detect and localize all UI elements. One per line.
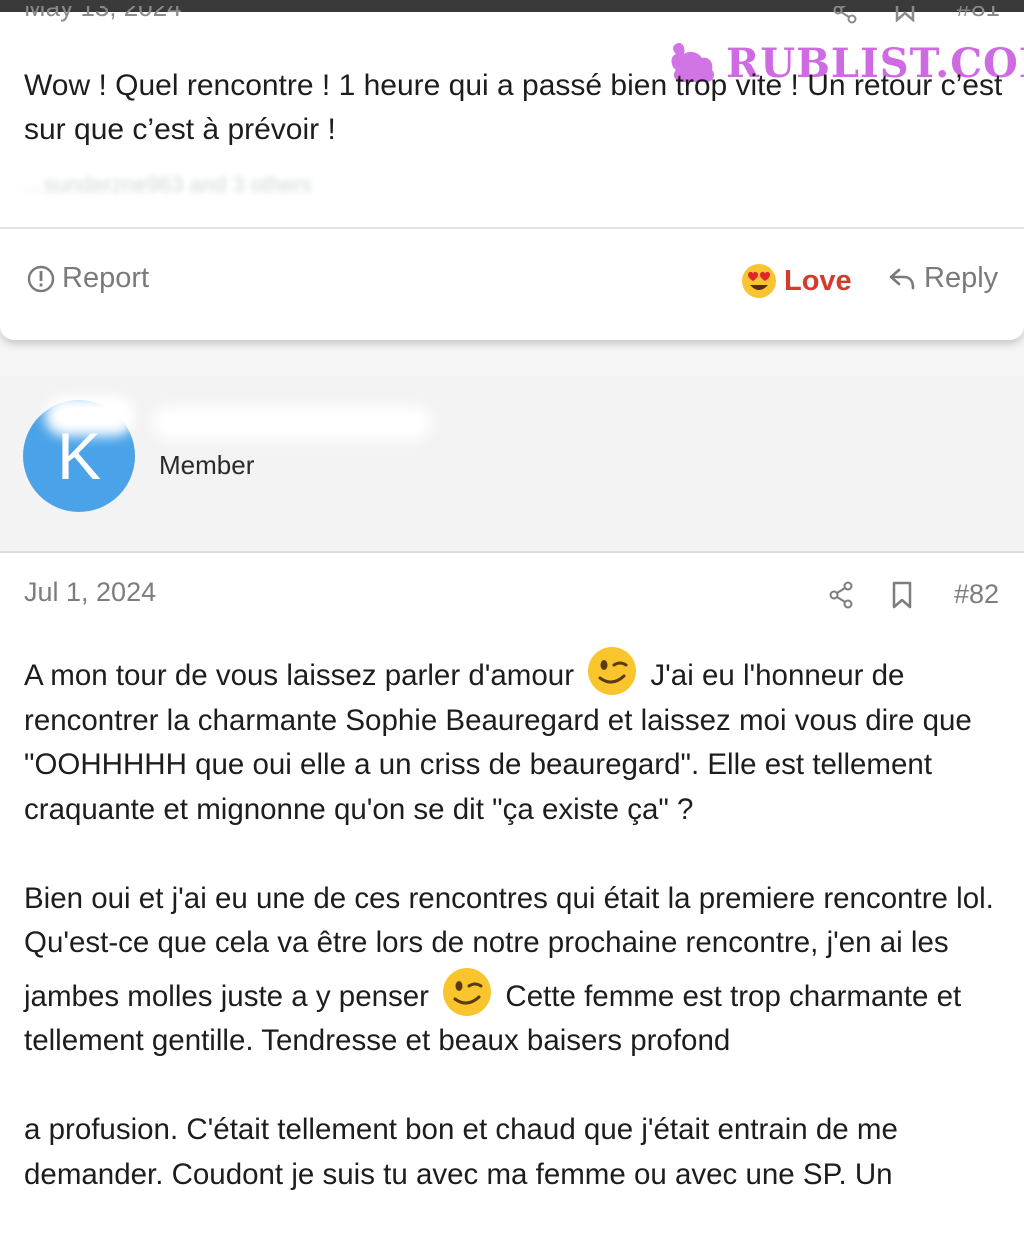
post-82: Jul 1, 2024 #82 A mon tour de vous laiss… [0, 553, 1024, 1235]
paragraph: a profusion. C'était tellement bon et ch… [24, 1113, 898, 1191]
wink-emoji-icon [443, 967, 492, 1016]
reply-label: Reply [924, 262, 999, 294]
reply-icon [889, 268, 915, 289]
report-icon [27, 265, 55, 292]
post-author-block: K Member [0, 376, 1024, 553]
love-label: Love [784, 264, 852, 297]
report-label: Report [62, 262, 150, 294]
report-button[interactable]: Report [26, 262, 149, 295]
username-redacted[interactable] [152, 406, 432, 440]
redaction-blur [45, 396, 135, 436]
post-body: A mon tour de vous laissez parler d'amou… [24, 645, 1009, 1197]
previous-post-card: May 13, 2024 #81 RUBLIST.COM Wow ! Quel … [0, 6, 1024, 340]
bookmark-icon[interactable] [894, 6, 916, 29]
divider [0, 227, 1024, 229]
reactions-summary-blurred[interactable]: …sunderzne963 and 3 others [22, 172, 642, 208]
post-date[interactable]: Jul 1, 2024 [24, 577, 156, 608]
previous-post-body: Wow ! Quel rencontre ! 1 heure qui a pas… [24, 69, 1003, 146]
post-number-link[interactable]: #82 [954, 579, 999, 610]
paragraph: Bien oui et j'ai eu une de ces rencontre… [24, 877, 1009, 1064]
previous-post-number[interactable]: #81 [957, 6, 1000, 23]
user-role-label: Member [159, 450, 255, 480]
share-icon[interactable] [832, 6, 858, 30]
previous-post-date: May 13, 2024 [24, 6, 182, 22]
love-emoji-icon [742, 264, 776, 298]
paragraph: A mon tour de vous laissez parler d'amou… [24, 645, 1009, 832]
previous-post-meta: May 13, 2024 #81 [24, 6, 1000, 30]
wink-emoji-icon [588, 647, 637, 695]
love-reaction-button[interactable]: Love [740, 262, 852, 300]
reply-button[interactable]: Reply [888, 262, 998, 295]
paragraph-text: A mon tour de vous laissez parler d'amou… [24, 659, 575, 692]
share-icon[interactable] [828, 581, 854, 614]
post-actions-bar: Report Love Reply [0, 262, 1024, 310]
bookmark-icon[interactable] [890, 581, 914, 614]
